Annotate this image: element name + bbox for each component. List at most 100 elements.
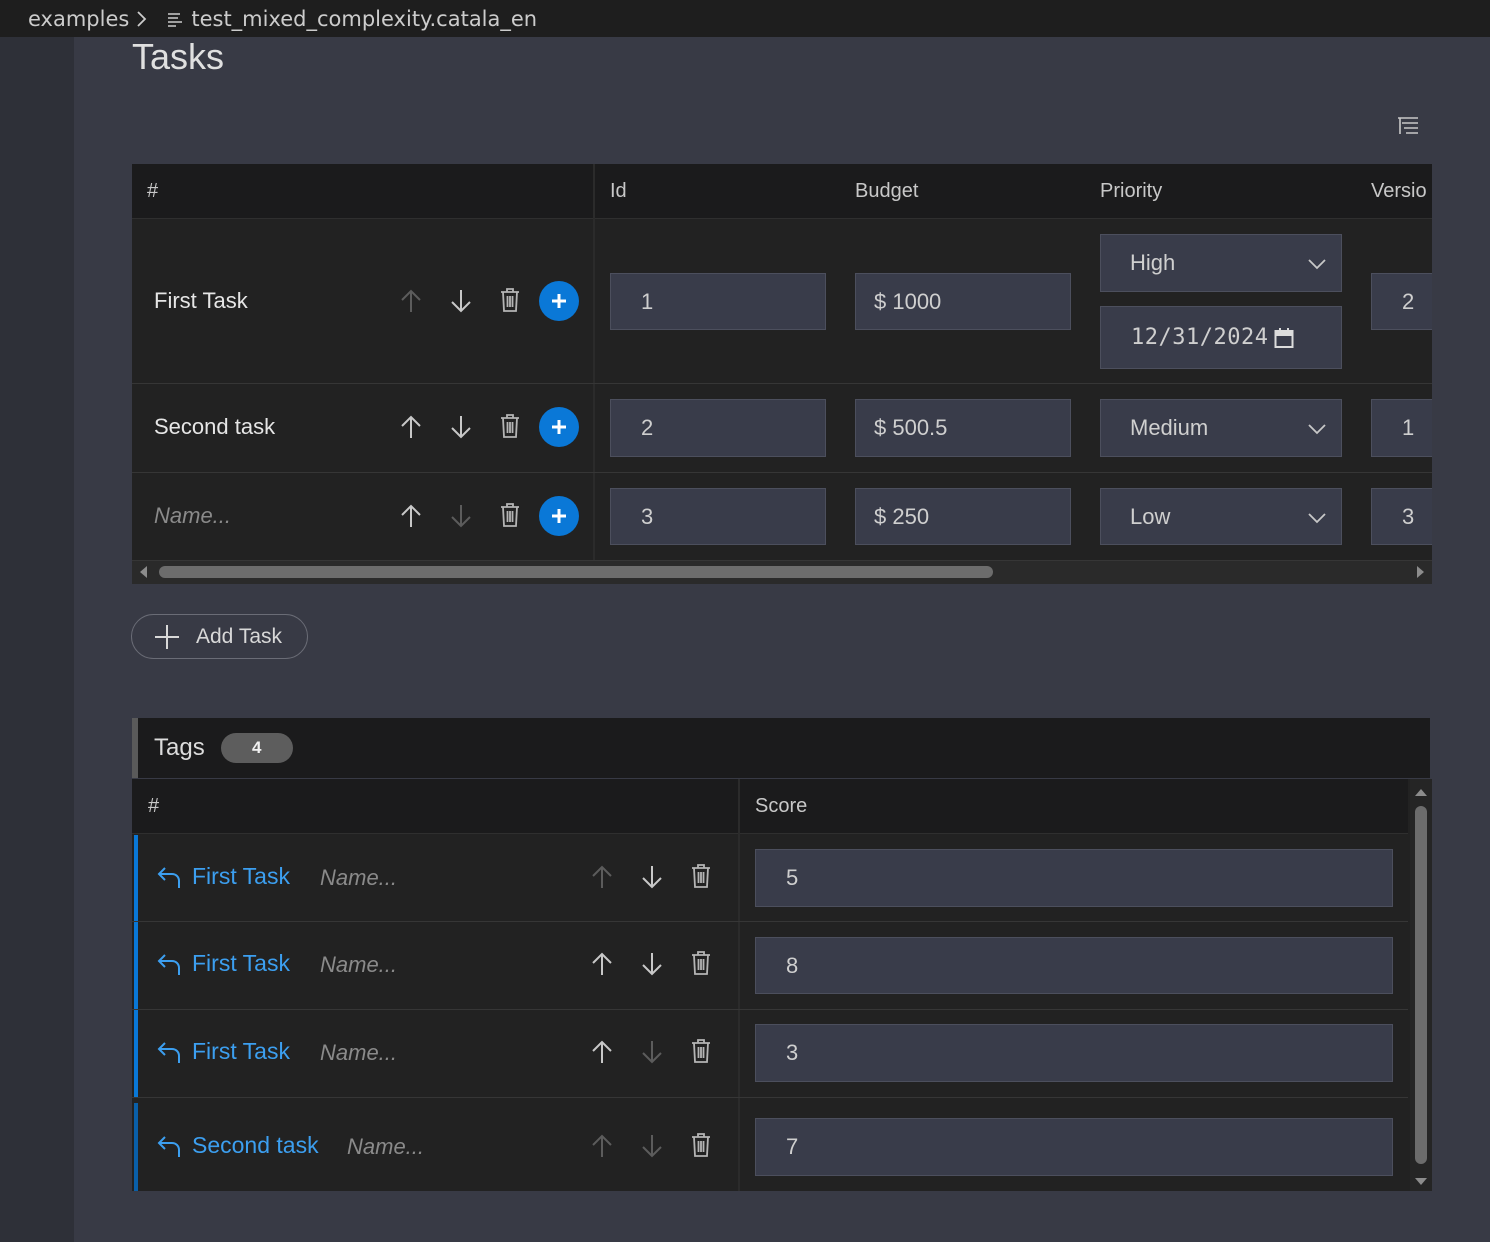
plus-icon xyxy=(154,624,180,650)
vertical-scrollbar[interactable] xyxy=(1410,779,1432,1191)
priority-value: Medium xyxy=(1130,415,1209,440)
scrollbar-thumb[interactable] xyxy=(1415,806,1427,1164)
budget-field[interactable]: $ 250 xyxy=(855,488,1071,545)
chevron-right-icon xyxy=(135,10,147,28)
arrow-up-icon[interactable] xyxy=(586,948,618,980)
tags-table: # Score First Task Name... 5 First Task … xyxy=(132,779,1432,1191)
tags-section-header[interactable]: Tags 4 xyxy=(132,718,1430,778)
arrow-down-icon xyxy=(636,1036,668,1068)
column-header-score[interactable]: Score xyxy=(755,779,807,834)
trash-icon[interactable] xyxy=(494,284,526,316)
row-accent xyxy=(134,922,138,1009)
priority-select[interactable]: Medium xyxy=(1100,399,1342,457)
priority-value: High xyxy=(1130,250,1176,275)
horizontal-scrollbar[interactable] xyxy=(132,561,1432,584)
id-field[interactable]: 3 xyxy=(610,488,826,545)
tags-title: Tags xyxy=(154,734,205,761)
task-reference-link[interactable]: Second task xyxy=(156,1132,319,1159)
column-header-priority[interactable]: Priority xyxy=(1100,164,1162,219)
scroll-up-icon[interactable] xyxy=(1415,785,1427,803)
score-field[interactable]: 7 xyxy=(755,1118,1393,1176)
trash-icon[interactable] xyxy=(685,1129,717,1161)
arrow-up-icon xyxy=(586,861,618,893)
chevron-down-icon xyxy=(1307,250,1327,276)
breadcrumb-file[interactable]: test_mixed_complexity.catala_en xyxy=(191,7,537,31)
score-field[interactable]: 5 xyxy=(755,849,1393,907)
id-field[interactable]: 2 xyxy=(610,399,826,457)
version-field[interactable]: 1 xyxy=(1371,399,1432,457)
id-field[interactable]: 1 xyxy=(610,273,826,330)
plus-icon[interactable] xyxy=(539,496,579,536)
version-field[interactable]: 2 xyxy=(1371,273,1432,330)
arrow-up-icon[interactable] xyxy=(395,411,427,443)
arrow-down-icon xyxy=(445,500,477,532)
tag-name-input[interactable]: Name... xyxy=(347,1134,424,1160)
trash-icon[interactable] xyxy=(494,499,526,531)
date-value: 12/31/2024 xyxy=(1131,325,1269,350)
score-field[interactable]: 3 xyxy=(755,1024,1393,1082)
column-header-budget[interactable]: Budget xyxy=(855,164,918,219)
arrow-down-icon[interactable] xyxy=(636,861,668,893)
row-divider xyxy=(132,921,1408,922)
priority-select[interactable]: High xyxy=(1100,234,1342,292)
row-divider xyxy=(132,1097,1408,1098)
breadcrumb-folder[interactable]: examples xyxy=(28,7,129,31)
plus-icon[interactable] xyxy=(539,281,579,321)
task-name[interactable]: First Task xyxy=(154,288,248,314)
chevron-down-icon xyxy=(1307,504,1327,530)
column-divider[interactable] xyxy=(738,779,740,1191)
trash-icon[interactable] xyxy=(685,860,717,892)
task-reference-link[interactable]: First Task xyxy=(156,863,290,890)
task-reference-label: First Task xyxy=(192,863,290,889)
scroll-right-icon[interactable] xyxy=(1414,566,1426,578)
scroll-left-icon[interactable] xyxy=(138,566,150,578)
scroll-down-icon[interactable] xyxy=(1415,1173,1427,1191)
arrow-up-icon[interactable] xyxy=(395,500,427,532)
breadcrumb: examples test_mixed_complexity.catala_en xyxy=(0,0,1490,37)
row-accent xyxy=(134,1010,138,1097)
row-accent xyxy=(134,1103,138,1191)
task-reference-link[interactable]: First Task xyxy=(156,950,290,977)
arrow-up-icon[interactable] xyxy=(586,1036,618,1068)
arrow-down-icon[interactable] xyxy=(636,948,668,980)
column-header-version[interactable]: Versio xyxy=(1371,164,1427,219)
back-reference-icon xyxy=(156,1133,182,1159)
back-reference-icon xyxy=(156,1039,182,1065)
arrow-down-icon xyxy=(636,1130,668,1162)
budget-field[interactable]: $ 500.5 xyxy=(855,399,1071,457)
column-header-id[interactable]: Id xyxy=(610,164,627,219)
scrollbar-thumb[interactable] xyxy=(159,566,993,578)
budget-field[interactable]: $ 1000 xyxy=(855,273,1071,330)
trash-icon[interactable] xyxy=(494,410,526,442)
column-divider[interactable] xyxy=(593,164,595,561)
page-title: Tasks xyxy=(132,36,225,77)
trash-icon[interactable] xyxy=(685,947,717,979)
row-divider xyxy=(132,1009,1408,1010)
priority-select[interactable]: Low xyxy=(1100,488,1342,545)
chevron-down-icon xyxy=(1307,415,1327,441)
add-task-button[interactable]: Add Task xyxy=(131,614,308,659)
tasks-table: # Id Budget Priority Versio First Task 1… xyxy=(132,164,1432,584)
date-field[interactable]: 12/31/2024 xyxy=(1100,306,1342,369)
count-badge: 4 xyxy=(220,733,293,763)
task-name[interactable]: Second task xyxy=(154,414,275,440)
arrow-down-icon[interactable] xyxy=(445,285,477,317)
tag-name-input[interactable]: Name... xyxy=(320,865,397,891)
score-field[interactable]: 8 xyxy=(755,937,1393,994)
task-reference-link[interactable]: First Task xyxy=(156,1038,290,1065)
trash-icon[interactable] xyxy=(685,1035,717,1067)
calendar-icon[interactable] xyxy=(1274,327,1294,349)
tag-name-input[interactable]: Name... xyxy=(320,1040,397,1066)
arrow-down-icon[interactable] xyxy=(445,411,477,443)
column-header-index[interactable]: # xyxy=(147,164,158,219)
version-field[interactable]: 3 xyxy=(1371,488,1432,545)
task-name-input[interactable]: Name... xyxy=(154,503,231,529)
arrow-up-icon xyxy=(586,1130,618,1162)
tag-name-input[interactable]: Name... xyxy=(320,952,397,978)
plus-icon[interactable] xyxy=(539,407,579,447)
arrow-up-icon xyxy=(395,285,427,317)
task-reference-label: Second task xyxy=(192,1132,319,1158)
back-reference-icon xyxy=(156,864,182,890)
column-header-index[interactable]: # xyxy=(148,779,159,834)
filter-lines-icon[interactable] xyxy=(1393,112,1423,142)
